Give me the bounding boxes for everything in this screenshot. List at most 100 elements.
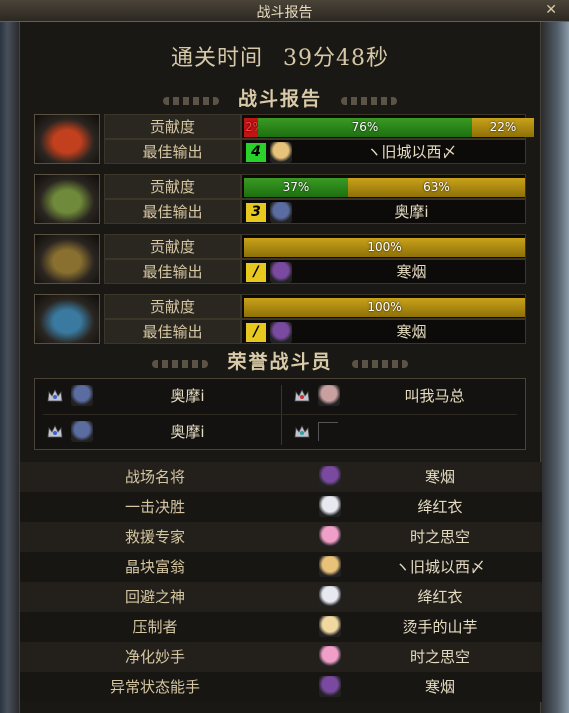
- contribution-bar: 100%: [241, 234, 526, 259]
- best-output-row: 最佳输出 4 ヽ旧城以西〆: [104, 139, 526, 164]
- contribution-bar: 37% 63%: [241, 174, 526, 199]
- player-name[interactable]: 寒烟: [298, 260, 525, 285]
- title-bar: 战斗报告 ✕: [0, 0, 569, 22]
- honor-members: 奥摩i 叫我马总 奥摩i: [34, 378, 526, 450]
- best-output-row: 最佳输出 / 寒烟: [104, 259, 526, 284]
- award-title: 压制者: [132, 618, 178, 636]
- avatar[interactable]: [270, 322, 292, 343]
- background-art-left: [0, 22, 19, 713]
- heading-ornament-left: [162, 96, 219, 105]
- best-output-label: 最佳输出: [104, 259, 241, 284]
- team-row: 贡献度 37% 63% 最佳输出 3 奥摩i: [34, 174, 526, 224]
- battle-report-title: 战斗报告: [237, 88, 322, 110]
- battle-report-heading: 战斗报告: [20, 84, 540, 110]
- contribution-segment: 2%: [244, 118, 258, 137]
- clear-time: 通关时间 39分48秒: [20, 40, 540, 72]
- honor-member[interactable]: 叫我马总: [282, 379, 527, 413]
- best-output-row: 最佳输出 / 寒烟: [104, 319, 526, 344]
- contribution-label: 贡献度: [104, 294, 241, 319]
- best-output-value: 3 奥摩i: [241, 199, 526, 224]
- contribution-segment: 76%: [258, 118, 472, 137]
- best-output-label: 最佳输出: [104, 199, 241, 224]
- crown-icon: [47, 424, 63, 438]
- team-emblem-icon: [34, 114, 100, 164]
- award-title: 异常状态能手: [109, 678, 200, 696]
- player-name[interactable]: 叫我马总: [342, 379, 527, 413]
- avatar[interactable]: [270, 142, 292, 163]
- window-title: 战斗报告: [256, 5, 313, 21]
- avatar[interactable]: [319, 646, 341, 667]
- player-name[interactable]: 寒烟: [350, 462, 530, 492]
- team-emblem-icon: [34, 234, 100, 284]
- heading-ornament-right: [351, 359, 408, 368]
- award-row: 回避之神 绛红衣: [20, 582, 542, 612]
- player-name[interactable]: 时之思空: [350, 522, 530, 552]
- honor-member[interactable]: [282, 415, 527, 449]
- player-name[interactable]: 奥摩i: [95, 379, 280, 413]
- clear-time-value: 39分48秒: [283, 46, 389, 71]
- contribution-segment: 100%: [244, 238, 525, 257]
- avatar[interactable]: [319, 586, 341, 607]
- award-row: 净化妙手 时之思空: [20, 642, 542, 672]
- player-name[interactable]: 时之思空: [350, 642, 530, 672]
- player-name[interactable]: 绛红衣: [350, 492, 530, 522]
- honor-member[interactable]: 奥摩i: [35, 415, 280, 449]
- report-panel: 通关时间 39分48秒 战斗报告 贡献度2%76%22%最佳输出4ヽ旧城以西〆贡…: [19, 22, 542, 713]
- avatar[interactable]: [319, 526, 341, 547]
- contribution-label: 贡献度: [104, 114, 241, 139]
- avatar[interactable]: [319, 496, 341, 517]
- contribution-row: 贡献度2%76%22%: [104, 114, 534, 139]
- avatar[interactable]: [270, 262, 292, 283]
- player-name[interactable]: 奥摩i: [95, 415, 280, 449]
- awards-list: 战场名将 寒烟 一击决胜 绛红衣 救援专家 时之思空 晶块富翁 ヽ旧城以西〆 回避之神 绛红衣 压制…: [20, 462, 542, 702]
- best-output-label: 最佳输出: [104, 139, 241, 164]
- best-output-row: 最佳输出 3 奥摩i: [104, 199, 526, 224]
- award-title: 回避之神: [124, 588, 185, 606]
- avatar[interactable]: [71, 385, 93, 406]
- avatar[interactable]: [318, 385, 340, 406]
- player-name[interactable]: 烫手的山芋: [350, 612, 530, 642]
- player-name[interactable]: 寒烟: [350, 672, 530, 702]
- contribution-segment: 100%: [244, 298, 525, 317]
- honor-title: 荣誉战斗员: [227, 351, 333, 373]
- avatar[interactable]: [319, 466, 341, 487]
- contribution-bar: 100%: [241, 294, 526, 319]
- rank-badge: /: [246, 263, 266, 282]
- avatar[interactable]: [319, 556, 341, 577]
- heading-ornament-left: [152, 359, 209, 368]
- team-row: 贡献度 100% 最佳输出 / 寒烟: [34, 294, 526, 344]
- rank-badge: 3: [246, 203, 266, 222]
- award-title: 救援专家: [124, 528, 185, 546]
- player-name[interactable]: 绛红衣: [350, 582, 530, 612]
- player-name[interactable]: 寒烟: [298, 320, 525, 345]
- player-name[interactable]: 奥摩i: [298, 200, 525, 225]
- best-output-value: / 寒烟: [241, 319, 526, 344]
- best-output-value: / 寒烟: [241, 259, 526, 284]
- team-row: 贡献度2%76%22%最佳输出4ヽ旧城以西〆: [34, 114, 534, 164]
- contribution-row: 贡献度 100%: [104, 294, 526, 319]
- award-row: 一击决胜 绛红衣: [20, 492, 542, 522]
- honor-member[interactable]: 奥摩i: [35, 379, 280, 413]
- contribution-segment: 22%: [472, 118, 534, 137]
- award-row: 压制者 烫手的山芋: [20, 612, 542, 642]
- avatar[interactable]: [319, 616, 341, 637]
- team-row: 贡献度 100% 最佳输出 / 寒烟: [34, 234, 526, 284]
- player-name[interactable]: ヽ旧城以西〆: [298, 140, 525, 165]
- award-row: 晶块富翁 ヽ旧城以西〆: [20, 552, 542, 582]
- heading-ornament-right: [341, 96, 398, 105]
- contribution-label: 贡献度: [104, 234, 241, 259]
- honor-heading: 荣誉战斗员: [20, 347, 540, 373]
- player-name[interactable]: ヽ旧城以西〆: [350, 552, 530, 582]
- best-output-label: 最佳输出: [104, 319, 241, 344]
- avatar[interactable]: [71, 421, 93, 442]
- award-title: 净化妙手: [124, 648, 185, 666]
- clear-time-label: 通关时间: [170, 46, 263, 71]
- close-icon[interactable]: ✕: [545, 2, 557, 18]
- background-art-right: [541, 22, 569, 713]
- award-title: 战场名将: [124, 468, 185, 486]
- award-row: 救援专家 时之思空: [20, 522, 542, 552]
- crown-icon: [47, 388, 63, 402]
- empty-avatar-slot: [318, 422, 338, 441]
- avatar[interactable]: [270, 202, 292, 223]
- avatar[interactable]: [319, 676, 341, 697]
